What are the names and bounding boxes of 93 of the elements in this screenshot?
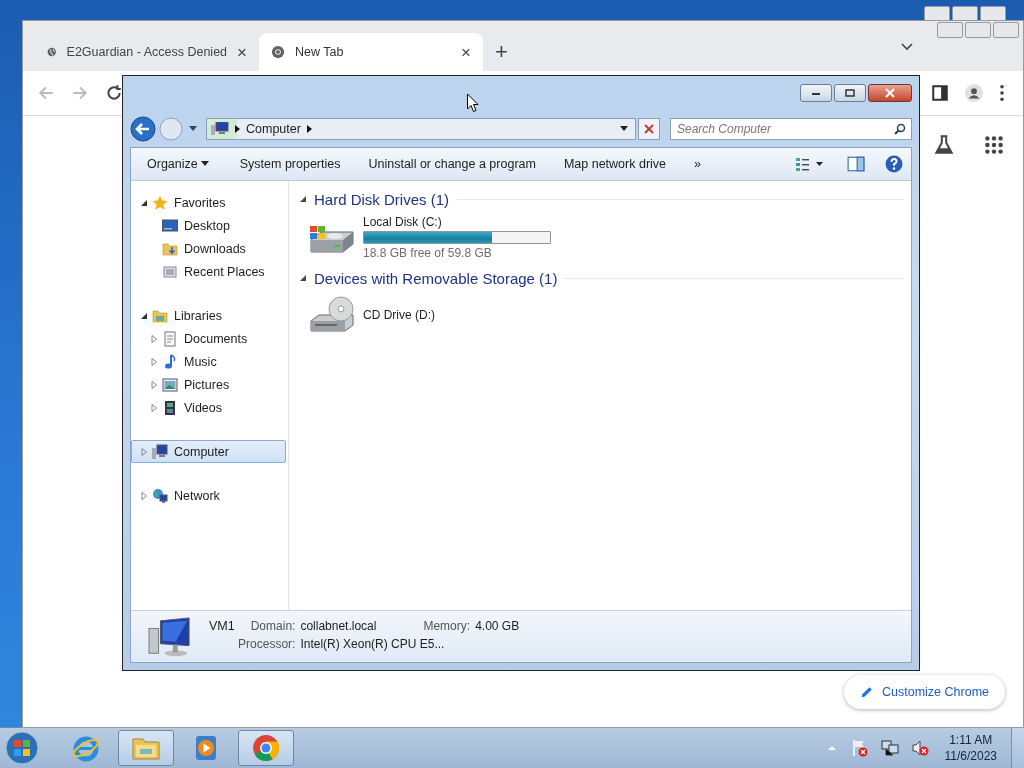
mouse-cursor-icon bbox=[466, 93, 479, 113]
start-button[interactable] bbox=[4, 730, 40, 766]
network-icon[interactable] bbox=[880, 739, 899, 757]
caret-icon[interactable] bbox=[620, 126, 628, 132]
disk-space-text: 18.8 GB free of 59.8 GB bbox=[363, 246, 493, 260]
drive-item[interactable]: CD Drive (D:) bbox=[299, 292, 595, 344]
search-icon[interactable] bbox=[894, 123, 906, 135]
search-field[interactable]: Search Computer bbox=[670, 118, 912, 140]
taskbar-chrome-button[interactable] bbox=[238, 730, 294, 766]
menu-icon[interactable] bbox=[999, 84, 1005, 102]
close-icon bbox=[885, 88, 895, 98]
field-label: Processor: bbox=[237, 637, 296, 651]
navigation-item[interactable]: Pictures bbox=[131, 373, 286, 396]
browser-tab[interactable]: New Tab × bbox=[259, 33, 483, 71]
navigation-item[interactable]: Downloads bbox=[131, 237, 286, 260]
side-panel-icon[interactable] bbox=[931, 84, 949, 102]
collapse-icon[interactable] bbox=[299, 195, 307, 203]
profile-icon[interactable] bbox=[965, 84, 983, 102]
toolbar-button[interactable]: Organize bbox=[139, 153, 220, 175]
navigation-item[interactable]: Videos bbox=[131, 396, 286, 419]
flag-icon[interactable] bbox=[850, 739, 869, 757]
caret-icon[interactable] bbox=[189, 126, 197, 132]
globe-icon bbox=[152, 487, 168, 504]
more-button[interactable]: » bbox=[686, 153, 709, 175]
expand-icon[interactable] bbox=[150, 380, 158, 389]
star-icon bbox=[152, 194, 168, 211]
new-tab-button[interactable]: + bbox=[495, 41, 508, 63]
navigation-item[interactable]: Network bbox=[131, 484, 286, 507]
film-icon bbox=[162, 399, 178, 416]
group-header[interactable]: Hard Disk Drives (1) bbox=[314, 190, 449, 208]
expand-icon[interactable] bbox=[150, 334, 158, 343]
address-bar[interactable]: Computer bbox=[206, 118, 636, 140]
chevron-right-icon[interactable] bbox=[235, 125, 240, 133]
navigation-item[interactable]: Documents bbox=[131, 327, 286, 350]
maximize-button[interactable] bbox=[834, 84, 866, 102]
toolbar-button[interactable]: Map network drive bbox=[555, 153, 675, 175]
customize-chrome-button[interactable]: Customize Chrome bbox=[844, 675, 1005, 709]
collapse-icon[interactable] bbox=[140, 198, 148, 207]
computer-icon bbox=[147, 617, 193, 659]
browser-tab[interactable]: E2Guardian - Access Denied × bbox=[35, 33, 259, 71]
field-value: 4.00 GB bbox=[475, 619, 520, 633]
drive-item[interactable]: Local Disk (C:) 18.8 GB free of 59.8 GB bbox=[299, 213, 595, 268]
collapse-icon[interactable] bbox=[140, 311, 148, 320]
group-header[interactable]: Devices with Removable Storage (1) bbox=[314, 269, 558, 287]
navigation-item[interactable]: Music bbox=[131, 350, 286, 373]
minimize-button[interactable] bbox=[800, 84, 832, 102]
close-tab-button[interactable]: × bbox=[237, 43, 247, 61]
back-icon[interactable] bbox=[130, 116, 156, 142]
chrome-icon bbox=[251, 733, 281, 763]
taskbar-folder-button[interactable] bbox=[118, 730, 174, 766]
apps-grid-icon[interactable] bbox=[983, 134, 1005, 156]
maximize-icon bbox=[845, 89, 855, 97]
stop-button[interactable] bbox=[638, 118, 660, 140]
navigation-item[interactable]: Favorites bbox=[131, 191, 286, 214]
expand-icon[interactable] bbox=[150, 403, 158, 412]
picture-icon bbox=[162, 376, 178, 393]
computer-name: VM1 bbox=[209, 619, 235, 633]
breadcrumb[interactable]: Computer bbox=[246, 122, 301, 136]
help-icon[interactable] bbox=[885, 155, 903, 173]
expand-icon[interactable] bbox=[140, 447, 148, 456]
document-icon bbox=[162, 330, 178, 347]
toolbar-button[interactable]: System properties bbox=[231, 153, 349, 175]
preview-pane-icon[interactable] bbox=[847, 155, 865, 173]
field-value: collabnet.local bbox=[300, 619, 378, 633]
chevron-down-icon[interactable] bbox=[901, 43, 913, 51]
desktop-icon bbox=[162, 217, 178, 234]
navigation-item[interactable]: Desktop bbox=[131, 214, 286, 237]
field-label: Domain: bbox=[250, 619, 296, 633]
reload-icon[interactable] bbox=[105, 84, 123, 102]
expand-icon[interactable] bbox=[150, 357, 158, 366]
field-value: Intel(R) Xeon(R) CPU E5... bbox=[300, 637, 446, 651]
clock[interactable]: 1:11 AM 11/6/2023 bbox=[944, 732, 997, 764]
navigation-item[interactable]: Computer bbox=[131, 440, 286, 463]
chevron-right-icon[interactable] bbox=[306, 125, 312, 133]
collapse-icon[interactable] bbox=[299, 274, 307, 282]
close-tab-button[interactable]: × bbox=[461, 43, 471, 61]
navigation-item[interactable]: Libraries bbox=[131, 304, 286, 327]
computer-icon bbox=[211, 122, 229, 136]
minimize-icon bbox=[811, 90, 821, 96]
pencil-icon bbox=[860, 685, 874, 699]
globe-icon bbox=[47, 45, 57, 59]
close-button[interactable] bbox=[868, 84, 912, 102]
speaker-muted-icon[interactable] bbox=[910, 739, 929, 757]
computer-icon bbox=[152, 443, 168, 460]
caret-icon bbox=[200, 161, 209, 167]
field-label: Memory: bbox=[423, 619, 471, 633]
toolbar-button[interactable]: Uninstall or change a program bbox=[360, 153, 544, 175]
flask-icon[interactable] bbox=[933, 134, 955, 156]
navigation-item[interactable]: Recent Places bbox=[131, 260, 286, 283]
close-icon bbox=[644, 124, 654, 134]
music-note-icon bbox=[162, 353, 178, 370]
chrome-icon bbox=[271, 45, 285, 59]
expand-icon[interactable] bbox=[140, 491, 148, 500]
